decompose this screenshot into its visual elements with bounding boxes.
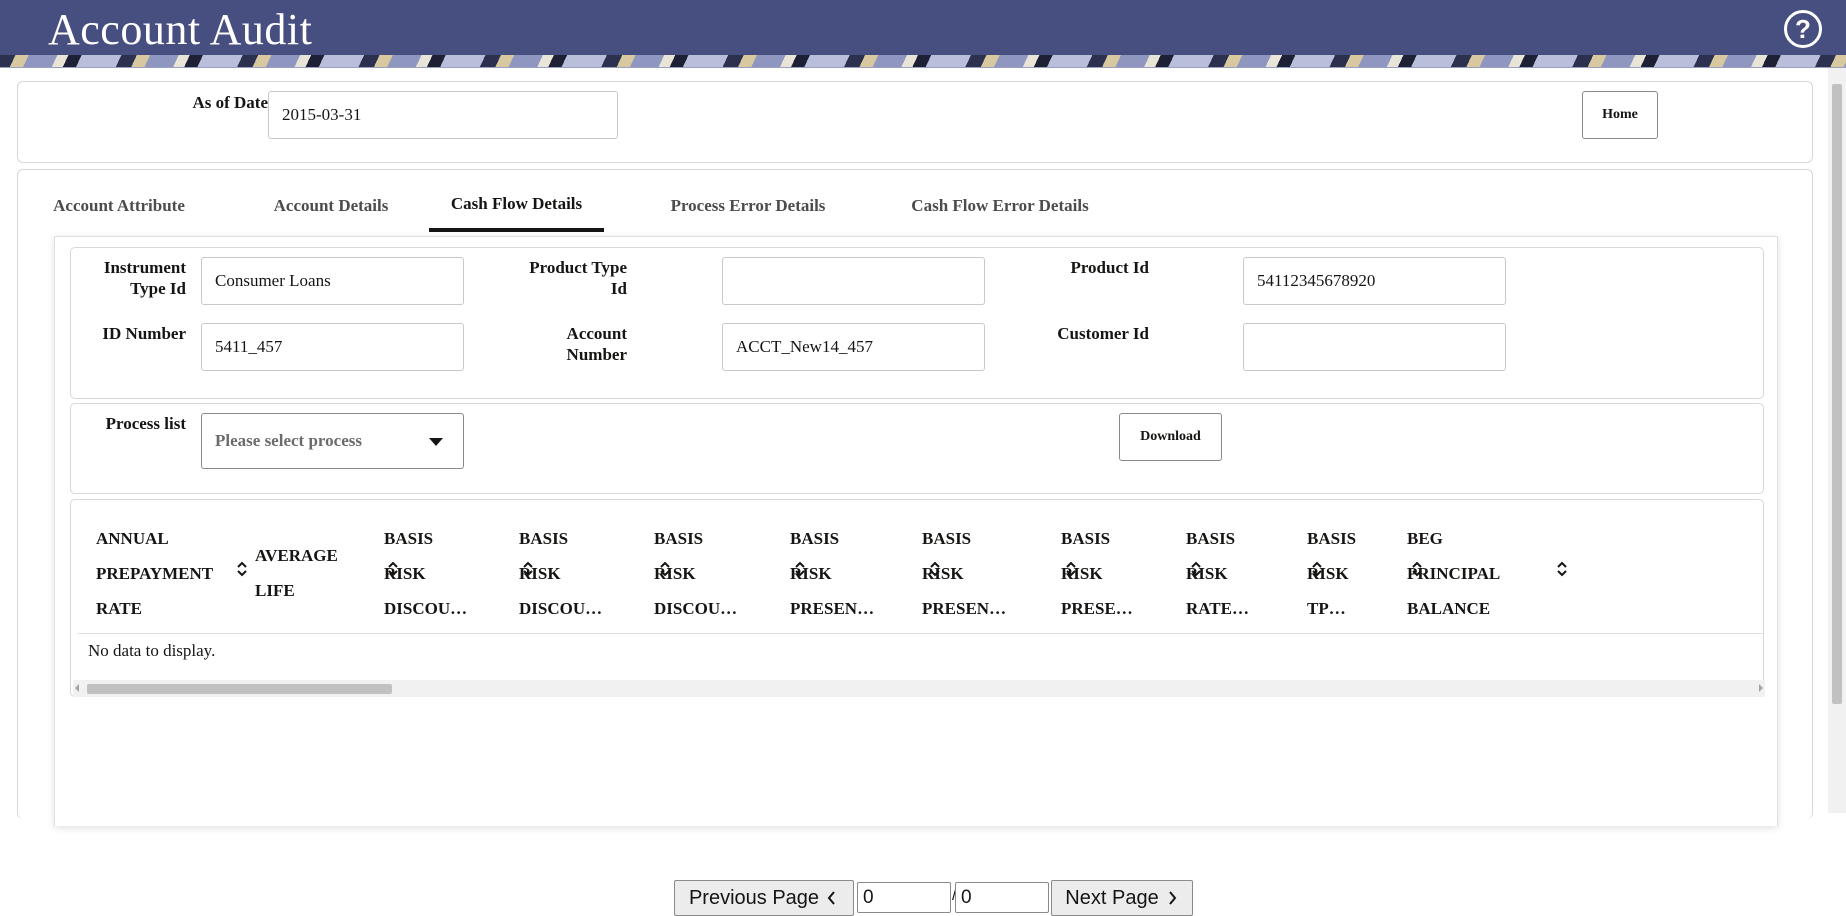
column-header[interactable]: ANNUAL PREPAYMENT RATE — [96, 521, 252, 633]
account-number-input[interactable] — [722, 323, 985, 371]
scroll-left-icon[interactable] — [75, 684, 79, 692]
home-button[interactable]: Home — [1582, 91, 1658, 139]
column-header[interactable]: AVERAGE LIFE — [255, 521, 403, 633]
tab-cash-flow-details[interactable]: Cash Flow Details — [429, 170, 604, 232]
cash-flow-table: ANNUAL PREPAYMENT RATE AVERAGE LIFE BASIS RISK… — [70, 499, 1765, 697]
question-circle-icon[interactable]: ? — [1784, 10, 1822, 48]
instrument-type-id-label: Instrument Type Id — [103, 258, 186, 298]
tab-account-attribute[interactable]: Account Attribute — [44, 170, 194, 232]
column-header-label: AVERAGE LIFE — [255, 546, 338, 600]
column-header[interactable]: BASIS RISK DISCOU… — [384, 521, 538, 633]
table-header-divider — [78, 633, 1764, 634]
column-header-label: BEG PRINCIPAL BALANCE — [1407, 529, 1501, 618]
account-details-form: InstrumentType Id Product TypeId Product… — [70, 247, 1764, 399]
column-header-label: BASIS RISK DISCOU… — [519, 529, 603, 618]
as-of-date-panel: As of Date Home — [17, 81, 1813, 163]
caret-down-icon — [429, 438, 443, 446]
id-number-label: ID Number — [102, 324, 186, 343]
process-list-select[interactable]: Please select process — [201, 413, 464, 469]
horizontal-scrollbar[interactable] — [73, 680, 1765, 697]
id-number-input[interactable] — [201, 323, 464, 371]
previous-page-label: Previous Page — [688, 886, 820, 909]
process-list-label: Process list — [105, 414, 186, 433]
tab-bar: Account Attribute Account Details Cash F… — [18, 170, 1812, 232]
download-button[interactable]: Download — [1119, 413, 1222, 461]
chevron-left-icon — [827, 891, 835, 905]
column-header[interactable]: BEG PRINCIPAL BALANCE — [1407, 521, 1572, 633]
main-panel: Account Attribute Account Details Cash F… — [17, 169, 1813, 916]
scroll-right-icon[interactable] — [1759, 684, 1763, 692]
column-header-label: BASIS RISK RATE… — [1186, 529, 1249, 618]
column-header-label: BASIS RISK DISCOU… — [384, 529, 468, 618]
process-list-placeholder: Please select process — [215, 431, 362, 450]
page-vertical-scrollbar[interactable] — [1828, 68, 1846, 813]
product-type-id-input[interactable] — [722, 257, 985, 305]
header-decorative-band — [0, 55, 1846, 67]
customer-id-label: Customer Id — [1057, 324, 1149, 343]
as-of-date-label: As of Date — [192, 93, 268, 112]
as-of-date-input[interactable] — [268, 91, 618, 139]
customer-id-input[interactable] — [1243, 323, 1506, 371]
cash-flow-details-content: InstrumentType Id Product TypeId Product… — [54, 236, 1778, 916]
column-header[interactable]: BASIS RISK PRESEN… — [922, 521, 1081, 633]
column-header-label: BASIS RISK PRESE… — [1061, 529, 1133, 618]
instrument-type-id-input[interactable] — [201, 257, 464, 305]
column-header[interactable]: BASIS RISK RATE… — [1186, 521, 1327, 633]
column-header[interactable]: BASIS RISK DISCOU… — [519, 521, 675, 633]
total-pages-input[interactable] — [955, 882, 1049, 913]
column-header-label: BASIS RISK PRESEN… — [790, 529, 875, 618]
sort-icon[interactable] — [236, 559, 248, 579]
no-data-message: No data to display. — [88, 641, 216, 660]
page-title: Account Audit — [48, 5, 313, 54]
next-page-button[interactable]: Next Page — [1051, 880, 1193, 916]
next-page-label: Next Page — [1065, 886, 1159, 909]
product-id-label: Product Id — [1070, 258, 1149, 277]
column-header-label: BASIS RISK PRESEN… — [922, 529, 1007, 618]
app-header: Account Audit ? — [0, 0, 1846, 68]
sort-icon[interactable] — [1556, 559, 1568, 579]
page-vertical-scrollbar-thumb[interactable] — [1832, 84, 1842, 704]
tab-account-details[interactable]: Account Details — [254, 170, 408, 232]
tab-process-error-details[interactable]: Process Error Details — [657, 170, 839, 232]
tab-cash-flow-error-details[interactable]: Cash Flow Error Details — [890, 170, 1110, 232]
column-header-label: ANNUAL PREPAYMENT RATE — [96, 529, 214, 618]
process-list-panel: Process list Please select process Downl… — [70, 403, 1764, 494]
column-header-label: BASIS RISK DISCOU… — [654, 529, 738, 618]
current-page-input[interactable] — [857, 882, 951, 913]
table-viewport: ANNUAL PREPAYMENT RATE AVERAGE LIFE BASIS RISK… — [72, 501, 1764, 681]
horizontal-scrollbar-thumb[interactable] — [87, 684, 392, 694]
column-header[interactable]: BASIS RISK DISCOU… — [654, 521, 810, 633]
chevron-right-icon — [1168, 891, 1176, 905]
product-id-input[interactable] — [1243, 257, 1506, 305]
product-type-id-label: Product Type Id — [529, 258, 627, 298]
previous-page-button[interactable]: Previous Page — [674, 880, 854, 916]
account-number-label: Account Number — [566, 324, 627, 364]
column-header[interactable]: BASIS RISK PRESE… — [1061, 521, 1206, 633]
